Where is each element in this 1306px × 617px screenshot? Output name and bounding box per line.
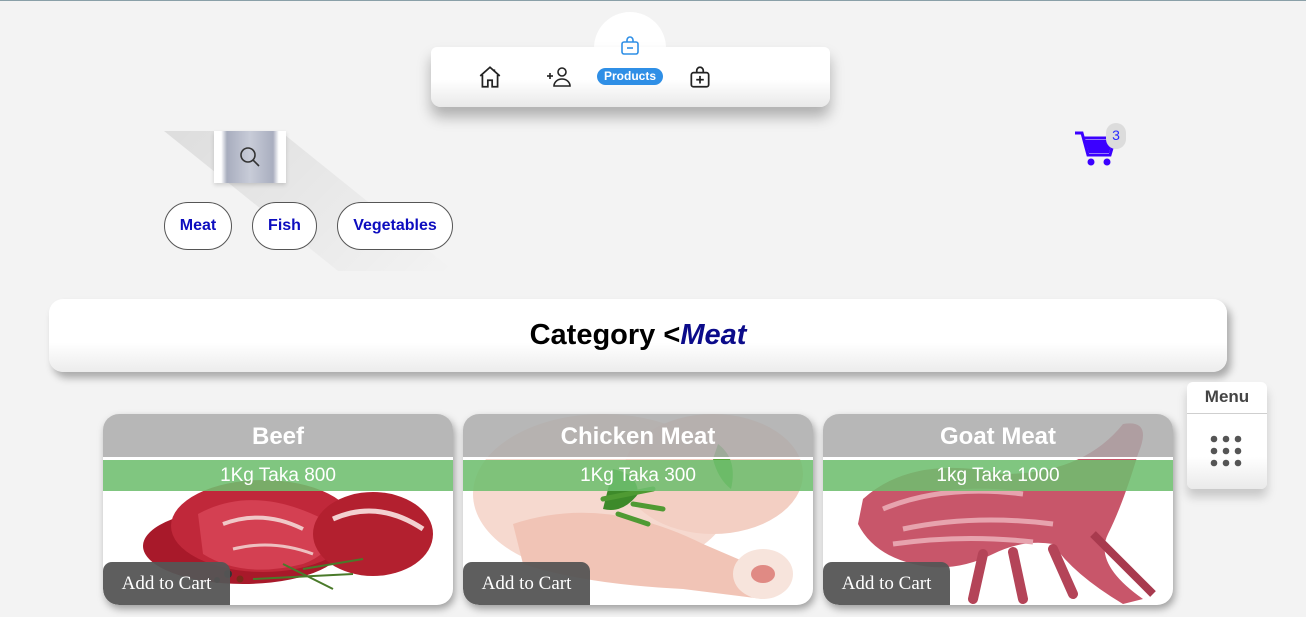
filter-fish[interactable]: Fish [252, 202, 317, 250]
search-button[interactable] [214, 131, 286, 183]
add-to-cart-button[interactable]: Add to Cart [103, 562, 230, 605]
product-title: Goat Meat [823, 414, 1173, 459]
product-price: 1Kg Taka 800 [103, 460, 453, 491]
category-value: Meat [680, 319, 747, 351]
product-title: Beef [103, 414, 453, 459]
shopping-bag-icon[interactable] [618, 34, 642, 58]
search-shadow [164, 131, 454, 271]
product-price: 1kg Taka 1000 [823, 460, 1173, 491]
products-tab[interactable]: Products [597, 68, 663, 85]
product-title: Chicken Meat [463, 414, 813, 459]
add-to-cart-button[interactable]: Add to Cart [823, 562, 950, 605]
grid-dots-icon [1210, 435, 1242, 467]
menu-label: Menu [1187, 382, 1267, 414]
cart-count-badge: 3 [1106, 123, 1126, 149]
category-banner: Category <Meat [49, 299, 1227, 372]
filter-vegetables[interactable]: Vegetables [337, 202, 453, 250]
menu-widget[interactable]: Menu [1187, 382, 1267, 489]
product-card-goat: Goat Meat 1kg Taka 1000 Add to Cart [823, 414, 1173, 605]
add-to-cart-button[interactable]: Add to Cart [463, 562, 590, 605]
search-icon [240, 147, 260, 167]
filter-meat[interactable]: Meat [164, 202, 232, 250]
add-bag-icon[interactable] [687, 64, 713, 90]
home-icon[interactable] [477, 64, 503, 90]
product-card-beef: Beef 1Kg Taka 800 Add to Cart [103, 414, 453, 605]
product-card-chicken: Chicken Meat 1Kg Taka 300 Add to Cart [463, 414, 813, 605]
add-user-icon[interactable] [547, 64, 573, 90]
product-price: 1Kg Taka 300 [463, 460, 813, 491]
category-prefix: Category < [529, 319, 681, 351]
